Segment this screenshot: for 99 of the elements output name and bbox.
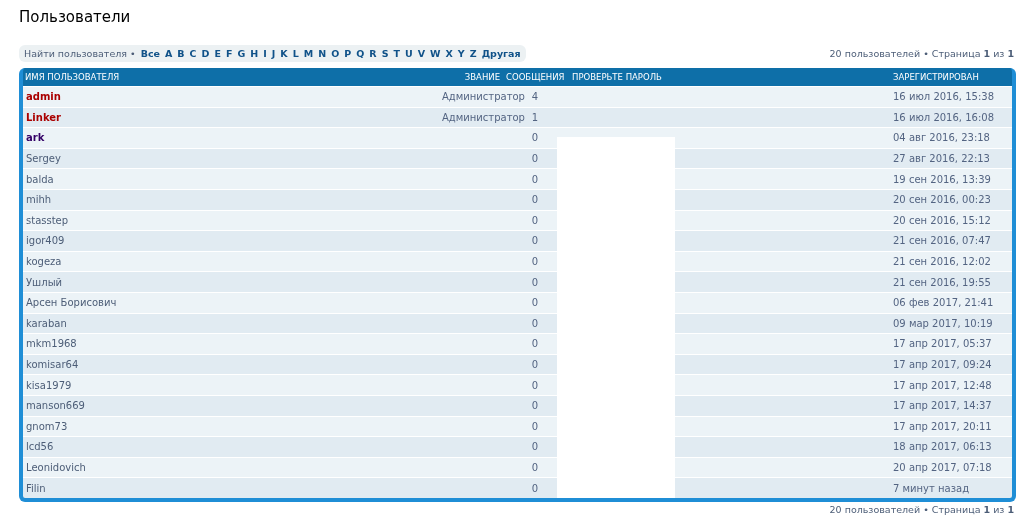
post-count: 0 xyxy=(531,359,539,370)
registered-date: 17 апр 2017, 12:48 xyxy=(893,379,992,391)
post-count: 4 xyxy=(531,91,539,103)
username-link[interactable]: mihh xyxy=(26,194,52,206)
letter-link[interactable]: K xyxy=(280,47,288,59)
letter-link[interactable]: V xyxy=(417,47,426,59)
letter-link[interactable]: W xyxy=(430,47,441,59)
username-link[interactable]: Ушлый xyxy=(26,276,63,288)
letter-link[interactable]: T xyxy=(393,47,400,59)
letter-link[interactable]: N xyxy=(318,47,327,59)
letter-link[interactable]: R xyxy=(369,47,377,59)
registered-date: 20 сен 2016, 00:23 xyxy=(893,194,991,206)
username-link[interactable]: komisar64 xyxy=(26,359,79,370)
letter-link[interactable]: P xyxy=(344,47,352,59)
post-count: 0 xyxy=(531,235,539,247)
post-count: 0 xyxy=(531,256,539,268)
username-link[interactable]: manson669 xyxy=(26,400,85,412)
post-count: 1 xyxy=(531,111,539,123)
pagination-text: 20 пользователей • Страница 1 из 1 xyxy=(829,503,1014,516)
username-link[interactable]: igor409 xyxy=(26,235,65,247)
registered-date: 20 апр 2017, 07:18 xyxy=(893,462,992,473)
registered-date: 27 авг 2016, 22:13 xyxy=(893,153,990,165)
letter-link[interactable]: Q xyxy=(356,47,365,59)
registered-date: 19 сен 2016, 13:39 xyxy=(893,173,991,185)
post-count: 0 xyxy=(531,276,539,288)
letter-link[interactable]: I xyxy=(263,47,267,59)
letter-link[interactable]: U xyxy=(404,47,413,59)
post-count: 0 xyxy=(531,338,539,350)
letter-link[interactable]: E xyxy=(214,47,221,59)
column-header[interactable]: ЗАРЕГИСТРИРОВАН xyxy=(893,72,979,82)
post-count: 0 xyxy=(531,297,539,309)
registered-date: 06 фев 2017, 21:41 xyxy=(893,297,994,309)
letter-link[interactable]: H xyxy=(250,47,259,59)
column-header[interactable]: ЗВАНИЕ xyxy=(464,72,500,82)
registered-date: 17 апр 2017, 09:24 xyxy=(893,359,992,370)
username-link[interactable]: gnom73 xyxy=(26,420,68,432)
username-link[interactable]: Linker xyxy=(26,111,61,123)
post-count: 0 xyxy=(531,462,539,473)
registered-date: 17 апр 2017, 20:11 xyxy=(893,420,992,432)
username-link[interactable]: lcd56 xyxy=(26,441,54,453)
letter-link[interactable]: A xyxy=(164,47,173,59)
letter-link[interactable]: F xyxy=(225,47,233,59)
post-count: 0 xyxy=(531,214,539,226)
registered-date: 21 сен 2016, 07:47 xyxy=(893,235,991,247)
registered-date: 04 авг 2016, 23:18 xyxy=(893,132,990,144)
letter-link[interactable]: X xyxy=(445,47,453,59)
post-count: 0 xyxy=(531,420,539,432)
letter-link[interactable]: M xyxy=(303,47,314,59)
letter-link[interactable]: O xyxy=(331,47,340,59)
username-link[interactable]: kisa1979 xyxy=(26,379,72,391)
username-link[interactable]: Filin xyxy=(26,482,46,494)
post-count: 0 xyxy=(531,194,539,206)
registered-date: 17 апр 2017, 05:37 xyxy=(893,338,992,350)
letter-link[interactable]: Другая xyxy=(481,47,521,59)
username-link[interactable]: ark xyxy=(26,132,45,144)
post-count: 0 xyxy=(531,482,539,494)
post-count: 0 xyxy=(531,173,539,185)
registered-date: 21 сен 2016, 12:02 xyxy=(893,256,991,268)
registered-date: 7 минут назад xyxy=(893,482,970,494)
post-count: 0 xyxy=(531,379,539,391)
registered-date: 21 сен 2016, 19:55 xyxy=(893,276,991,288)
username-link[interactable]: stasstep xyxy=(26,214,69,226)
post-count: 0 xyxy=(531,317,539,329)
letter-link[interactable]: D xyxy=(201,47,210,59)
username-link[interactable]: admin xyxy=(26,91,61,103)
registered-date: 16 июл 2016, 16:08 xyxy=(893,111,994,123)
username-link[interactable]: balda xyxy=(26,173,54,185)
username-link[interactable]: Leonidovich xyxy=(26,462,86,473)
letter-link[interactable]: S xyxy=(381,47,389,59)
post-count: 0 xyxy=(531,400,539,412)
column-header[interactable]: ПРОВЕРЬТЕ ПАРОЛЬ xyxy=(572,72,662,82)
username-link[interactable]: mkm1968 xyxy=(26,338,77,350)
filter-label: Найти пользователя • xyxy=(24,47,136,59)
registered-date: 20 сен 2016, 15:12 xyxy=(893,214,991,226)
registered-date: 09 мар 2017, 10:19 xyxy=(893,317,993,329)
registered-date: 18 апр 2017, 06:13 xyxy=(893,441,992,453)
column-header[interactable]: ИМЯ ПОЛЬЗОВАТЕЛЯ xyxy=(25,72,120,82)
letter-link[interactable]: B xyxy=(177,47,185,59)
rank-text: Администратор xyxy=(442,91,525,103)
registered-date: 16 июл 2016, 15:38 xyxy=(893,91,994,103)
username-link[interactable]: kogeza xyxy=(26,256,62,268)
letter-link[interactable]: G xyxy=(237,47,246,59)
column-header[interactable]: СООБЩЕНИЯ xyxy=(506,72,565,82)
post-count: 0 xyxy=(531,153,539,165)
username-link[interactable]: karaban xyxy=(26,317,67,329)
letter-link[interactable]: Z xyxy=(469,47,477,59)
rank-text: Администратор xyxy=(442,111,525,123)
letter-link[interactable]: Y xyxy=(457,47,465,59)
pagination-text: 20 пользователей • Страница 1 из 1 xyxy=(829,47,1014,59)
page-title: Пользователи xyxy=(19,7,132,28)
post-count: 0 xyxy=(531,132,539,144)
letter-link[interactable]: J xyxy=(271,47,276,59)
letter-link[interactable]: Все xyxy=(140,47,160,59)
registered-date: 17 апр 2017, 14:37 xyxy=(893,400,992,412)
letter-link[interactable]: C xyxy=(189,47,197,59)
username-link[interactable]: Арсен Борисович xyxy=(26,297,117,309)
post-count: 0 xyxy=(531,441,539,453)
letter-link[interactable]: L xyxy=(292,47,299,59)
username-link[interactable]: Sergey xyxy=(26,153,61,165)
